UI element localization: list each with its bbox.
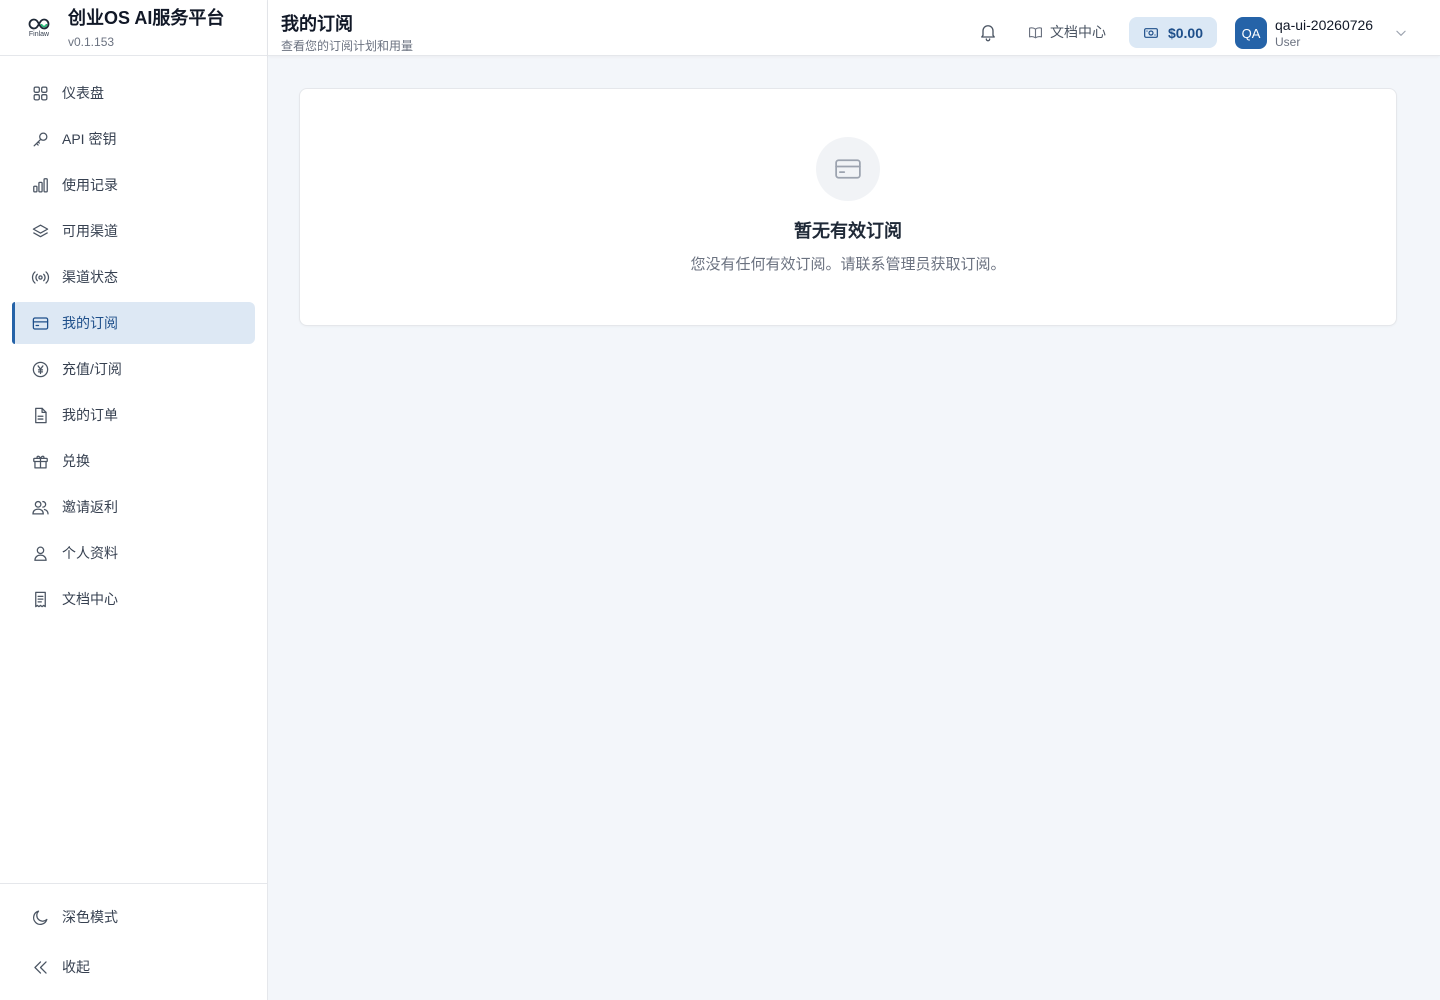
sidebar-item-redeem[interactable]: 兑换	[12, 440, 255, 482]
brand: Finlaw 创业OS AI服务平台 v0.1.153	[0, 0, 267, 56]
receipt-icon	[30, 589, 50, 609]
brand-title: 创业OS AI服务平台	[68, 7, 225, 28]
page-title: 我的订阅	[281, 14, 353, 34]
sidebar-item-referral[interactable]: 邀请返利	[12, 486, 255, 528]
user-name: qa-ui-20260726	[1275, 17, 1374, 33]
avatar: QA	[1235, 17, 1267, 49]
grid-icon	[30, 83, 50, 103]
users-icon	[30, 497, 50, 517]
chevron-down-icon	[1396, 30, 1406, 36]
empty-state-icon-wrap	[816, 137, 880, 201]
top-header: 我的订阅 查看您的订阅计划和用量 文档中心 $0.00 QA qa-ui-202…	[268, 0, 1440, 56]
sidebar-item-label: 邀请返利	[62, 499, 118, 515]
bar-chart-icon	[30, 175, 50, 195]
sidebar-item-my-subscription[interactable]: 我的订阅	[12, 302, 255, 344]
empty-state-title: 暂无有效订阅	[794, 221, 902, 241]
brand-version: v0.1.153	[68, 34, 115, 49]
sidebar-item-my-orders[interactable]: 我的订单	[12, 394, 255, 436]
sidebar-item-usage[interactable]: 使用记录	[12, 164, 255, 206]
balance-badge[interactable]: $0.00	[1129, 17, 1217, 48]
sidebar-item-label: 兑换	[62, 453, 90, 469]
gift-icon	[30, 451, 50, 471]
sidebar-item-label: 使用记录	[62, 177, 118, 193]
collapse-sidebar-button[interactable]: 收起	[12, 946, 255, 988]
chevrons-left-icon	[30, 957, 50, 977]
book-open-icon	[1029, 26, 1042, 38]
radio-icon	[30, 267, 50, 287]
credit-card-icon	[835, 159, 861, 179]
sidebar-item-label: 可用渠道	[62, 223, 118, 239]
sidebar-item-label: API 密钥	[62, 131, 117, 147]
sidebar-nav: 仪表盘 API 密钥 使用记录 可用渠道 渠道状态 我的订阅 充值/订阅 我的订…	[0, 56, 267, 620]
brand-logo[interactable]: Finlaw	[24, 13, 54, 43]
sidebar-item-label: 个人资料	[62, 545, 118, 561]
empty-state-description: 您没有任何有效订阅。请联系管理员获取订阅。	[690, 256, 1006, 273]
sidebar-item-dashboard[interactable]: 仪表盘	[12, 72, 255, 114]
dark-mode-label: 深色模式	[62, 909, 118, 925]
bell-icon	[981, 25, 995, 42]
sidebar-item-label: 文档中心	[62, 591, 118, 607]
user-menu-chevron[interactable]	[1394, 26, 1408, 40]
infinity-logo-icon	[28, 18, 50, 29]
sidebar-footer: 深色模式 收起	[0, 883, 267, 996]
page-subtitle: 查看您的订阅计划和用量	[281, 39, 414, 53]
key-icon	[30, 129, 50, 149]
user-role: User	[1275, 35, 1301, 49]
docs-center-label: 文档中心	[1050, 24, 1106, 40]
sidebar-item-recharge[interactable]: 充值/订阅	[12, 348, 255, 390]
notifications-button[interactable]	[978, 22, 998, 42]
file-icon	[30, 405, 50, 425]
sidebar-item-label: 渠道状态	[62, 269, 118, 285]
sidebar: Finlaw 创业OS AI服务平台 v0.1.153 仪表盘 API 密钥 使…	[0, 0, 268, 1000]
dark-mode-toggle[interactable]: 深色模式	[12, 896, 255, 938]
user-icon	[30, 543, 50, 563]
banknote-icon	[1144, 27, 1158, 38]
docs-center-link[interactable]: 文档中心	[1028, 20, 1106, 44]
credit-card-icon	[30, 313, 50, 333]
user-menu[interactable]: QA qa-ui-20260726 User	[1235, 17, 1373, 49]
sidebar-item-label: 仪表盘	[62, 85, 104, 101]
sidebar-item-profile[interactable]: 个人资料	[12, 532, 255, 574]
yen-circle-icon	[30, 359, 50, 379]
empty-subscription-card: 暂无有效订阅 您没有任何有效订阅。请联系管理员获取订阅。	[299, 88, 1397, 326]
balance-amount: $0.00	[1167, 24, 1204, 41]
brand-logo-text: Finlaw	[28, 30, 50, 38]
sidebar-item-label: 充值/订阅	[62, 361, 122, 377]
sidebar-item-api-keys[interactable]: API 密钥	[12, 118, 255, 160]
collapse-label: 收起	[62, 959, 90, 975]
moon-icon	[30, 907, 50, 927]
sidebar-item-label: 我的订单	[62, 407, 118, 423]
layers-icon	[30, 221, 50, 241]
sidebar-item-docs[interactable]: 文档中心	[12, 578, 255, 620]
sidebar-item-label: 我的订阅	[62, 315, 118, 331]
sidebar-item-channel-status[interactable]: 渠道状态	[12, 256, 255, 298]
sidebar-item-channels[interactable]: 可用渠道	[12, 210, 255, 252]
